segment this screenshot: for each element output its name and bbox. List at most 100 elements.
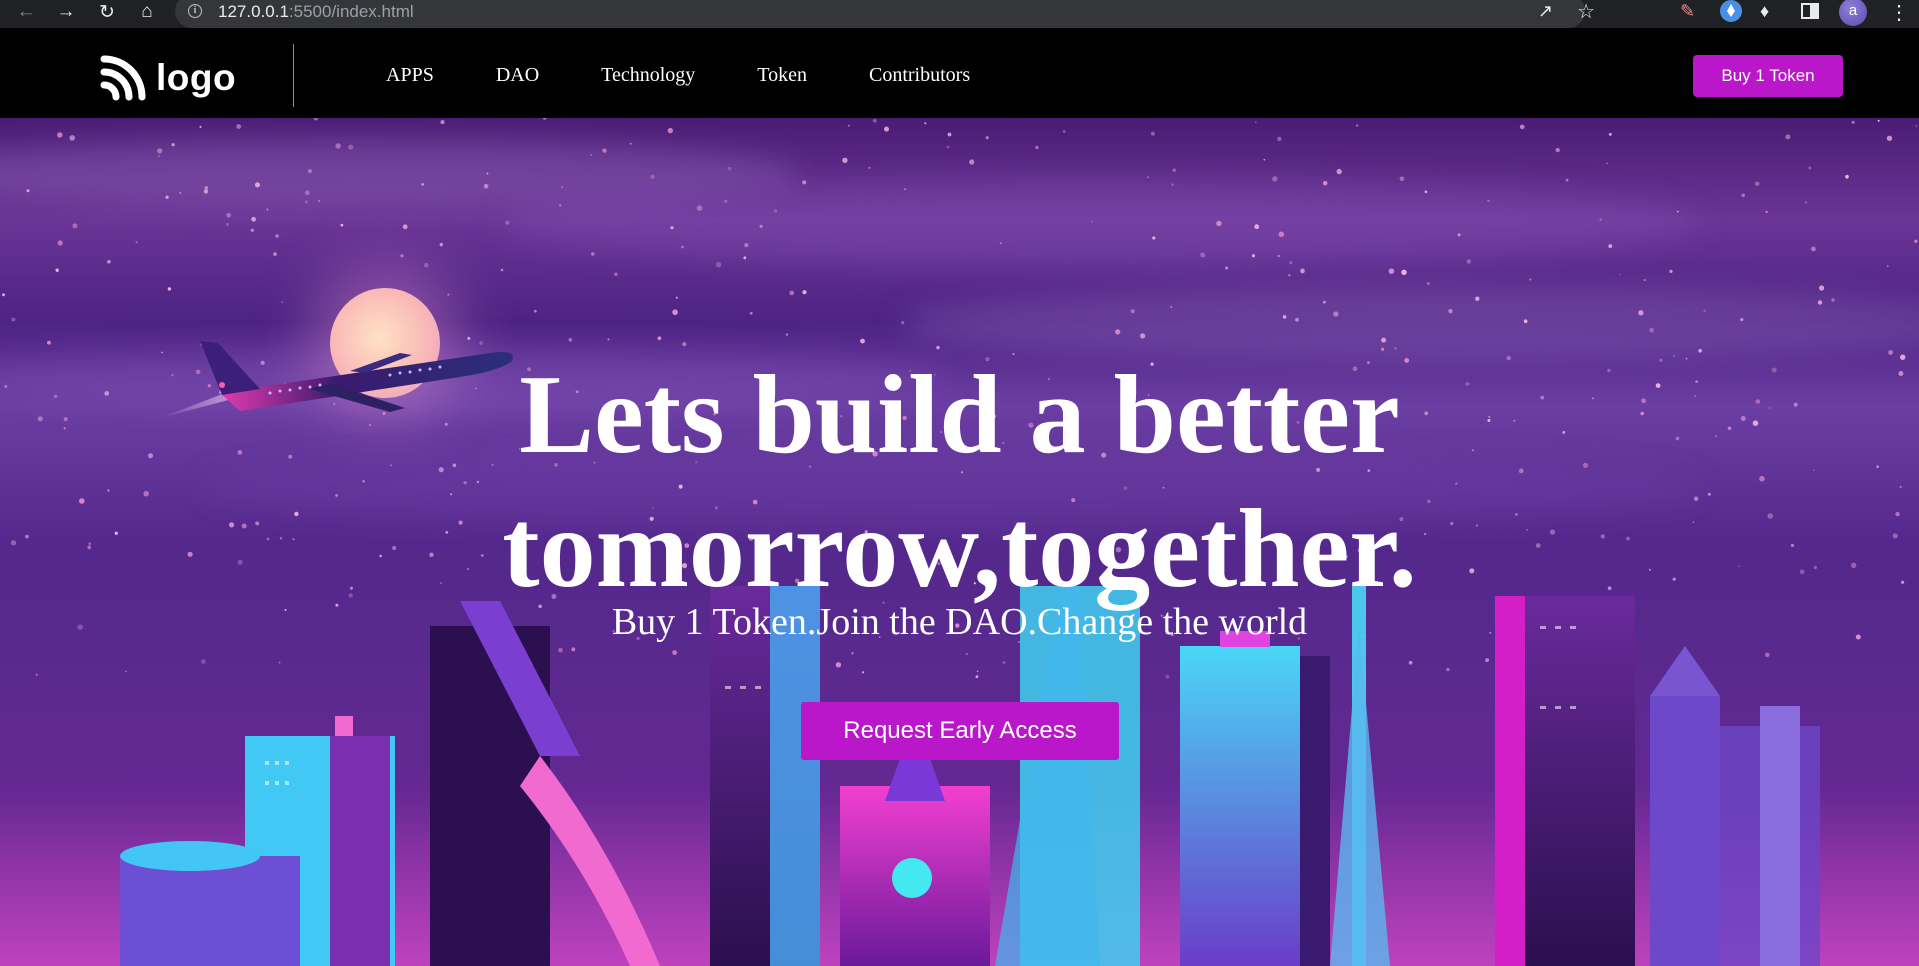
extensions-puzzle-icon[interactable]: ♦ <box>1760 1 1769 22</box>
star-dot <box>281 301 284 304</box>
site-logo[interactable]: logo <box>100 55 236 101</box>
side-panel-icon[interactable] <box>1801 3 1819 19</box>
star-dot <box>1115 329 1121 335</box>
site-info-icon[interactable]: i <box>188 4 202 18</box>
star-dot <box>1062 130 1066 133</box>
pen-extension-icon[interactable]: ✎ <box>1680 1 1695 22</box>
star-dot <box>1740 318 1744 322</box>
star-dot <box>1333 311 1339 317</box>
star-dot <box>1886 135 1893 141</box>
star-dot <box>421 183 425 186</box>
star-dot <box>873 118 877 123</box>
star-dot <box>69 135 75 141</box>
star-dot <box>924 122 927 125</box>
star-dot <box>1130 309 1135 314</box>
star-dot <box>559 204 562 207</box>
star-dot <box>1703 309 1706 313</box>
star-dot <box>1608 244 1613 248</box>
star-dot <box>500 268 504 272</box>
star-dot <box>157 155 161 158</box>
star-dot <box>1677 210 1679 213</box>
address-url[interactable]: 127.0.0.1:5500/index.html <box>218 2 414 22</box>
back-arrow-icon[interactable]: ← <box>12 0 40 24</box>
star-dot <box>486 172 489 175</box>
star-dot <box>340 223 344 227</box>
star-dot <box>884 126 889 132</box>
request-early-access-button[interactable]: Request Early Access <box>801 702 1119 760</box>
star-dot <box>1808 166 1812 170</box>
star-dot <box>1381 337 1387 343</box>
star-dot <box>1263 158 1266 161</box>
home-icon[interactable]: ⌂ <box>133 0 161 24</box>
star-dot <box>57 240 63 246</box>
nav-link-technology[interactable]: Technology <box>601 64 695 87</box>
star-dot <box>1035 145 1039 150</box>
star-dot <box>1399 176 1405 182</box>
reload-icon[interactable]: ↻ <box>93 0 121 24</box>
star-dot <box>744 243 749 248</box>
star-dot <box>1170 306 1173 309</box>
address-bar[interactable]: i 127.0.0.1:5500/index.html ↗ ☆ <box>175 0 1595 28</box>
star-dot <box>313 118 318 121</box>
star-dot <box>1289 260 1293 265</box>
star-dot <box>1523 319 1528 323</box>
star-dot <box>759 224 763 228</box>
star-dot <box>1172 168 1176 172</box>
star-dot <box>236 124 242 129</box>
star-dot <box>1475 296 1480 301</box>
star-dot <box>667 127 673 134</box>
nav-link-apps[interactable]: APPS <box>386 64 434 87</box>
star-dot <box>602 148 607 153</box>
star-dot <box>1401 269 1407 275</box>
star-dot <box>1845 174 1849 179</box>
star-dot <box>304 200 308 204</box>
star-dot <box>542 118 547 120</box>
hero-title-line1: Lets build a better <box>519 353 1400 477</box>
star-dot <box>969 159 975 165</box>
star-dot <box>561 186 564 189</box>
star-dot <box>1336 168 1342 175</box>
nav-link-token[interactable]: Token <box>757 64 807 87</box>
profile-avatar[interactable]: a <box>1839 0 1867 26</box>
star-dot <box>1886 265 1889 268</box>
star-dot <box>47 340 51 345</box>
star-dot <box>847 124 850 127</box>
share-icon[interactable]: ↗ <box>1538 1 1553 22</box>
star-dot <box>802 290 807 295</box>
star-dot <box>226 223 230 226</box>
star-dot <box>947 132 952 137</box>
forward-arrow-icon[interactable]: → <box>52 0 80 24</box>
star-dot <box>203 189 209 194</box>
star-dot <box>1817 300 1823 305</box>
star-dot <box>1487 199 1490 202</box>
star-dot <box>1877 119 1880 122</box>
star-dot <box>157 148 163 154</box>
star-dot <box>199 125 202 128</box>
star-dot <box>749 311 753 315</box>
hero-subtitle: Buy 1 Token.Join the DAO.Change the worl… <box>611 601 1308 643</box>
browser-menu-icon[interactable]: ⋮ <box>1889 0 1909 25</box>
star-dot <box>1851 120 1855 124</box>
nav-link-dao[interactable]: DAO <box>496 64 539 87</box>
buy-token-button[interactable]: Buy 1 Token <box>1693 55 1843 97</box>
ethereum-extension-icon[interactable] <box>1720 0 1742 22</box>
star-dot <box>904 188 906 190</box>
star-dot <box>204 186 209 190</box>
star-dot <box>135 241 138 244</box>
star-dot <box>946 145 950 149</box>
nav-link-contributors[interactable]: Contributors <box>869 64 970 87</box>
star-dot <box>1277 136 1282 142</box>
star-dot <box>439 242 443 247</box>
star-dot <box>305 190 310 196</box>
star-dot <box>682 342 687 347</box>
browser-toolbar: ← → ↻ ⌂ i 127.0.0.1:5500/index.html ↗ ☆ … <box>0 0 1919 28</box>
star-dot <box>785 333 789 336</box>
star-dot <box>868 166 871 169</box>
star-dot <box>1323 300 1326 304</box>
star-dot <box>1519 124 1525 130</box>
star-dot <box>1811 246 1816 252</box>
rss-logo-icon <box>100 55 146 101</box>
star-dot <box>1388 268 1395 274</box>
bookmark-star-icon[interactable]: ☆ <box>1577 0 1595 24</box>
star-dot <box>696 205 703 211</box>
